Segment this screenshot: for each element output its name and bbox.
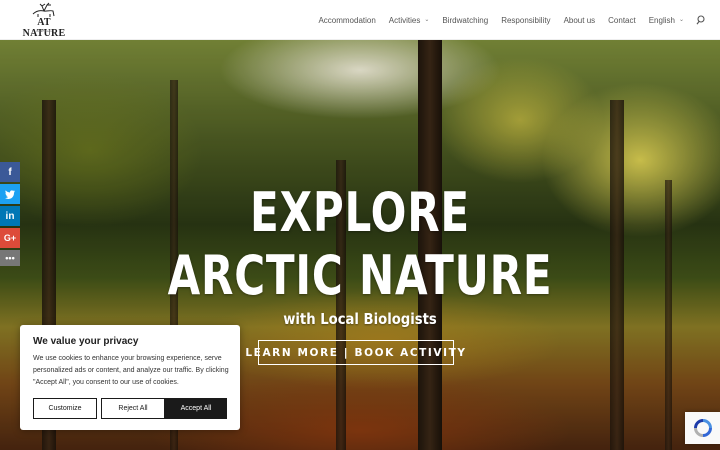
nav-label: Activities: [388, 15, 421, 25]
search-icon[interactable]: [696, 15, 706, 25]
recaptcha-badge[interactable]: [685, 412, 720, 444]
main-nav: Accommodation Activities ⌄ Birdwatching R…: [305, 0, 706, 40]
google-plus-icon: G+: [3, 233, 17, 243]
reject-all-button[interactable]: Reject All: [101, 398, 165, 419]
facebook-icon: f: [8, 166, 12, 178]
logo-text: AT NATURE: [22, 17, 66, 39]
chevron-down-icon: ⌄: [678, 16, 684, 23]
hero-title-line1: EXPLORE: [250, 181, 470, 244]
site-header: AT NATURE Arctic Tours Accommodation Act…: [0, 0, 720, 40]
linkedin-icon: in: [5, 210, 15, 222]
nav-item-activities[interactable]: Activities ⌄: [389, 16, 430, 25]
reindeer-logo-icon: [32, 2, 55, 17]
logo-subtext: Arctic Tours: [36, 29, 52, 33]
customize-button[interactable]: Customize: [33, 398, 97, 419]
nav-item-responsibility[interactable]: Responsibility: [501, 16, 550, 25]
more-share-button[interactable]: •••: [0, 250, 20, 266]
nav-label: Accommodation: [318, 15, 376, 25]
nav-item-about-us[interactable]: About us: [564, 16, 596, 25]
cookie-description: We use cookies to enhance your browsing …: [33, 355, 229, 386]
site-logo[interactable]: AT NATURE Arctic Tours: [16, 2, 72, 39]
nav-label: Contact: [608, 15, 636, 25]
nav-label: Birdwatching: [442, 15, 489, 25]
cookie-consent-dialog: We value your privacy We use cookies to …: [20, 325, 240, 430]
accept-all-button[interactable]: Accept All: [165, 398, 227, 419]
nav-item-birdwatching[interactable]: Birdwatching: [442, 16, 488, 25]
learn-more-book-activity-button[interactable]: LEARN MORE | BOOK ACTIVITY: [245, 340, 465, 365]
twitter-share-button[interactable]: [0, 184, 20, 204]
cookie-title: We value your privacy: [33, 336, 139, 347]
nav-item-accommodation[interactable]: Accommodation: [318, 16, 375, 25]
linkedin-share-button[interactable]: in: [0, 206, 20, 226]
nav-label: Responsibility: [501, 15, 551, 25]
nav-label: English: [648, 15, 675, 25]
hero-title-line2: ARCTIC NATURE: [167, 244, 553, 307]
nav-item-contact[interactable]: Contact: [608, 16, 636, 25]
twitter-icon: [5, 189, 15, 199]
google-plus-share-button[interactable]: G+: [0, 228, 20, 248]
nav-label: About us: [563, 15, 596, 25]
more-dots-icon: •••: [5, 253, 15, 263]
chevron-down-icon: ⌄: [424, 16, 430, 23]
facebook-share-button[interactable]: f: [0, 162, 20, 182]
nav-item-language[interactable]: English ⌄: [649, 16, 684, 25]
recaptcha-icon: [693, 419, 712, 437]
